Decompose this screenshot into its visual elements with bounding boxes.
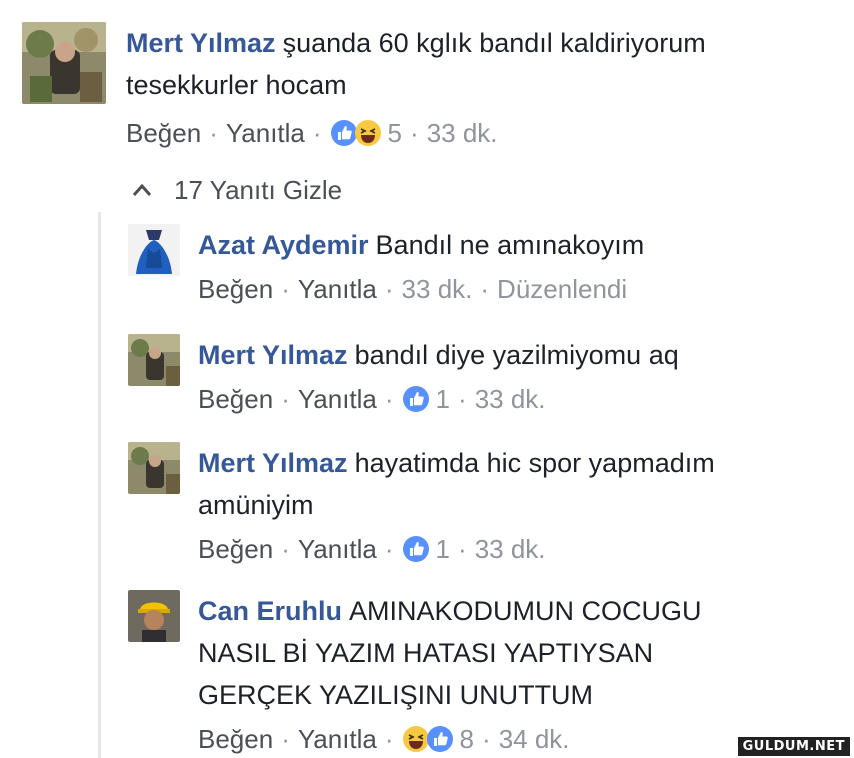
reactions[interactable]: [330, 119, 382, 147]
separator-dot: ·: [458, 534, 467, 564]
reactions[interactable]: [402, 725, 454, 753]
avatar[interactable]: [128, 224, 180, 276]
separator-dot: ·: [281, 384, 290, 414]
reply-item: Mert Yılmaz hayatimda hic spor yapmadım a…: [128, 442, 715, 566]
comment-text: tesekkurler hocam: [126, 70, 347, 100]
comment-author[interactable]: Can Eruhlu: [198, 596, 342, 626]
separator-dot: ·: [384, 384, 394, 414]
comment-text: NASIL Bİ YAZIM HATASI YAPTIYSAN: [198, 638, 654, 668]
reaction-count[interactable]: 1: [436, 382, 450, 416]
comment-author[interactable]: Mert Yılmaz: [198, 448, 348, 478]
timestamp[interactable]: 33 dk.: [475, 382, 546, 416]
timestamp[interactable]: 33 dk.: [402, 272, 473, 306]
separator-dot: ·: [410, 118, 419, 148]
separator-dot: ·: [281, 534, 290, 564]
reaction-count[interactable]: 5: [388, 116, 402, 150]
like-link[interactable]: Beğen: [198, 722, 273, 756]
reactions[interactable]: [402, 535, 430, 563]
comment-author[interactable]: Mert Yılmaz: [198, 340, 348, 370]
comment-text: şuanda 60 kglık bandıl kaldiriyorum: [282, 28, 706, 58]
comment-text: bandıl diye yazilmiyomu aq: [354, 340, 679, 370]
like-reaction-icon: [402, 386, 429, 412]
avatar[interactable]: [128, 334, 180, 386]
timestamp[interactable]: 33 dk.: [427, 116, 498, 150]
reply-link[interactable]: Yanıtla: [226, 116, 305, 150]
separator-dot: ·: [281, 724, 290, 754]
reactions[interactable]: [402, 385, 430, 413]
reply-item: Azat Aydemir Bandıl ne amınakoyım Beğen ·…: [128, 224, 644, 306]
separator-dot: ·: [482, 724, 491, 754]
reaction-count[interactable]: 8: [460, 722, 474, 756]
separator-dot: ·: [480, 274, 490, 304]
like-reaction-icon: [402, 536, 429, 562]
timestamp[interactable]: 33 dk.: [475, 532, 546, 566]
like-link[interactable]: Beğen: [198, 382, 273, 416]
thread-line: [98, 212, 101, 758]
haha-reaction-icon: [354, 120, 381, 146]
like-link[interactable]: Beğen: [126, 116, 201, 150]
comment-text: GERÇEK YAZILIŞINI UNUTTUM: [198, 680, 594, 710]
reply-link[interactable]: Yanıtla: [298, 382, 377, 416]
chevron-up-icon: [132, 183, 152, 197]
comment-text: AMINAKODUMUN COCUGU: [349, 596, 702, 626]
avatar[interactable]: [128, 442, 180, 494]
separator-dot: ·: [384, 274, 394, 304]
reply-link[interactable]: Yanıtla: [298, 272, 377, 306]
reply-item: Mert Yılmaz bandıl diye yazilmiyomu aq Be…: [128, 334, 679, 416]
comment-top: Mert Yılmaz şuanda 60 kglık bandıl kaldir…: [22, 22, 706, 150]
separator-dot: ·: [281, 274, 290, 304]
avatar[interactable]: [22, 22, 106, 104]
reply-item: Can Eruhlu AMINAKODUMUN COCUGU NASIL Bİ Y…: [128, 590, 702, 756]
avatar[interactable]: [128, 590, 180, 642]
reply-link[interactable]: Yanıtla: [298, 722, 377, 756]
watermark: GULDUM.NET: [737, 737, 850, 756]
timestamp[interactable]: 34 dk.: [499, 722, 570, 756]
separator-dot: ·: [384, 724, 394, 754]
separator-dot: ·: [458, 384, 467, 414]
reaction-count[interactable]: 1: [436, 532, 450, 566]
separator-dot: ·: [384, 534, 394, 564]
separator-dot: ·: [209, 118, 218, 148]
comment-author[interactable]: Mert Yılmaz: [126, 28, 276, 58]
like-reaction-icon: [426, 726, 453, 752]
hide-replies-label: 17 Yanıtı Gizle: [174, 175, 343, 205]
comment-text: hayatimda hic spor yapmadım: [354, 448, 715, 478]
reply-link[interactable]: Yanıtla: [298, 532, 377, 566]
comment-text: amüniyim: [198, 490, 314, 520]
edited-label[interactable]: Düzenlendi: [497, 272, 627, 306]
like-link[interactable]: Beğen: [198, 272, 273, 306]
comment-author[interactable]: Azat Aydemir: [198, 230, 369, 260]
like-link[interactable]: Beğen: [198, 532, 273, 566]
comment-text: Bandıl ne amınakoyım: [375, 230, 645, 260]
separator-dot: ·: [312, 118, 322, 148]
hide-replies-toggle[interactable]: 17 Yanıtı Gizle: [132, 170, 342, 210]
